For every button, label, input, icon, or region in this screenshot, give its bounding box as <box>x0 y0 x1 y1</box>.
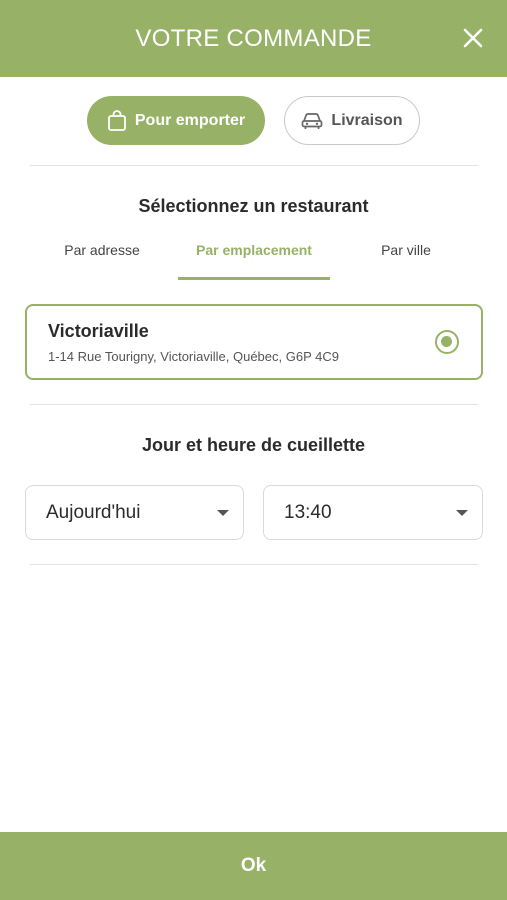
restaurant-option-card[interactable]: Victoriaville 1-14 Rue Tourigny, Victori… <box>25 304 483 380</box>
pickup-time-value: 13:40 <box>284 501 332 523</box>
pickup-time-select[interactable]: 13:40 <box>263 485 483 540</box>
active-tab-indicator <box>178 277 330 280</box>
restaurant-name: Victoriaville <box>48 321 149 341</box>
caret-down-icon <box>217 510 229 516</box>
tab-by-location[interactable]: Par emplacement <box>178 242 330 258</box>
restaurant-address: 1-14 Rue Tourigny, Victoriaville, Québec… <box>48 349 339 364</box>
page-title: VOTRE COMMANDE <box>135 24 372 52</box>
delivery-button[interactable]: Livraison <box>284 96 420 145</box>
pickup-day-select[interactable]: Aujourd'hui <box>25 485 244 540</box>
pickup-day-value: Aujourd'hui <box>46 501 141 523</box>
restaurant-search-tabs: Par adresse Par emplacement Par ville <box>0 232 507 280</box>
takeout-label: Pour emporter <box>134 111 246 129</box>
restaurant-section-title: Sélectionnez un restaurant <box>138 196 369 216</box>
divider <box>30 165 478 166</box>
divider <box>30 564 478 565</box>
ok-label: Ok <box>240 855 267 876</box>
ok-button[interactable]: Ok <box>0 832 507 900</box>
car-icon <box>302 112 323 129</box>
order-mode-toggle: Pour emporter Livraison <box>0 96 507 146</box>
delivery-label: Livraison <box>331 111 403 129</box>
takeout-button[interactable]: Pour emporter <box>87 96 265 145</box>
tab-by-address[interactable]: Par adresse <box>48 242 156 258</box>
header-bar: VOTRE COMMANDE <box>0 0 507 77</box>
tab-by-city[interactable]: Par ville <box>356 242 456 258</box>
close-icon[interactable] <box>461 26 485 50</box>
shopping-bag-icon <box>107 109 126 131</box>
radio-selected-icon[interactable] <box>435 330 459 354</box>
caret-down-icon <box>456 510 468 516</box>
pickup-section-title: Jour et heure de cueillette <box>141 435 366 455</box>
divider <box>30 404 478 405</box>
